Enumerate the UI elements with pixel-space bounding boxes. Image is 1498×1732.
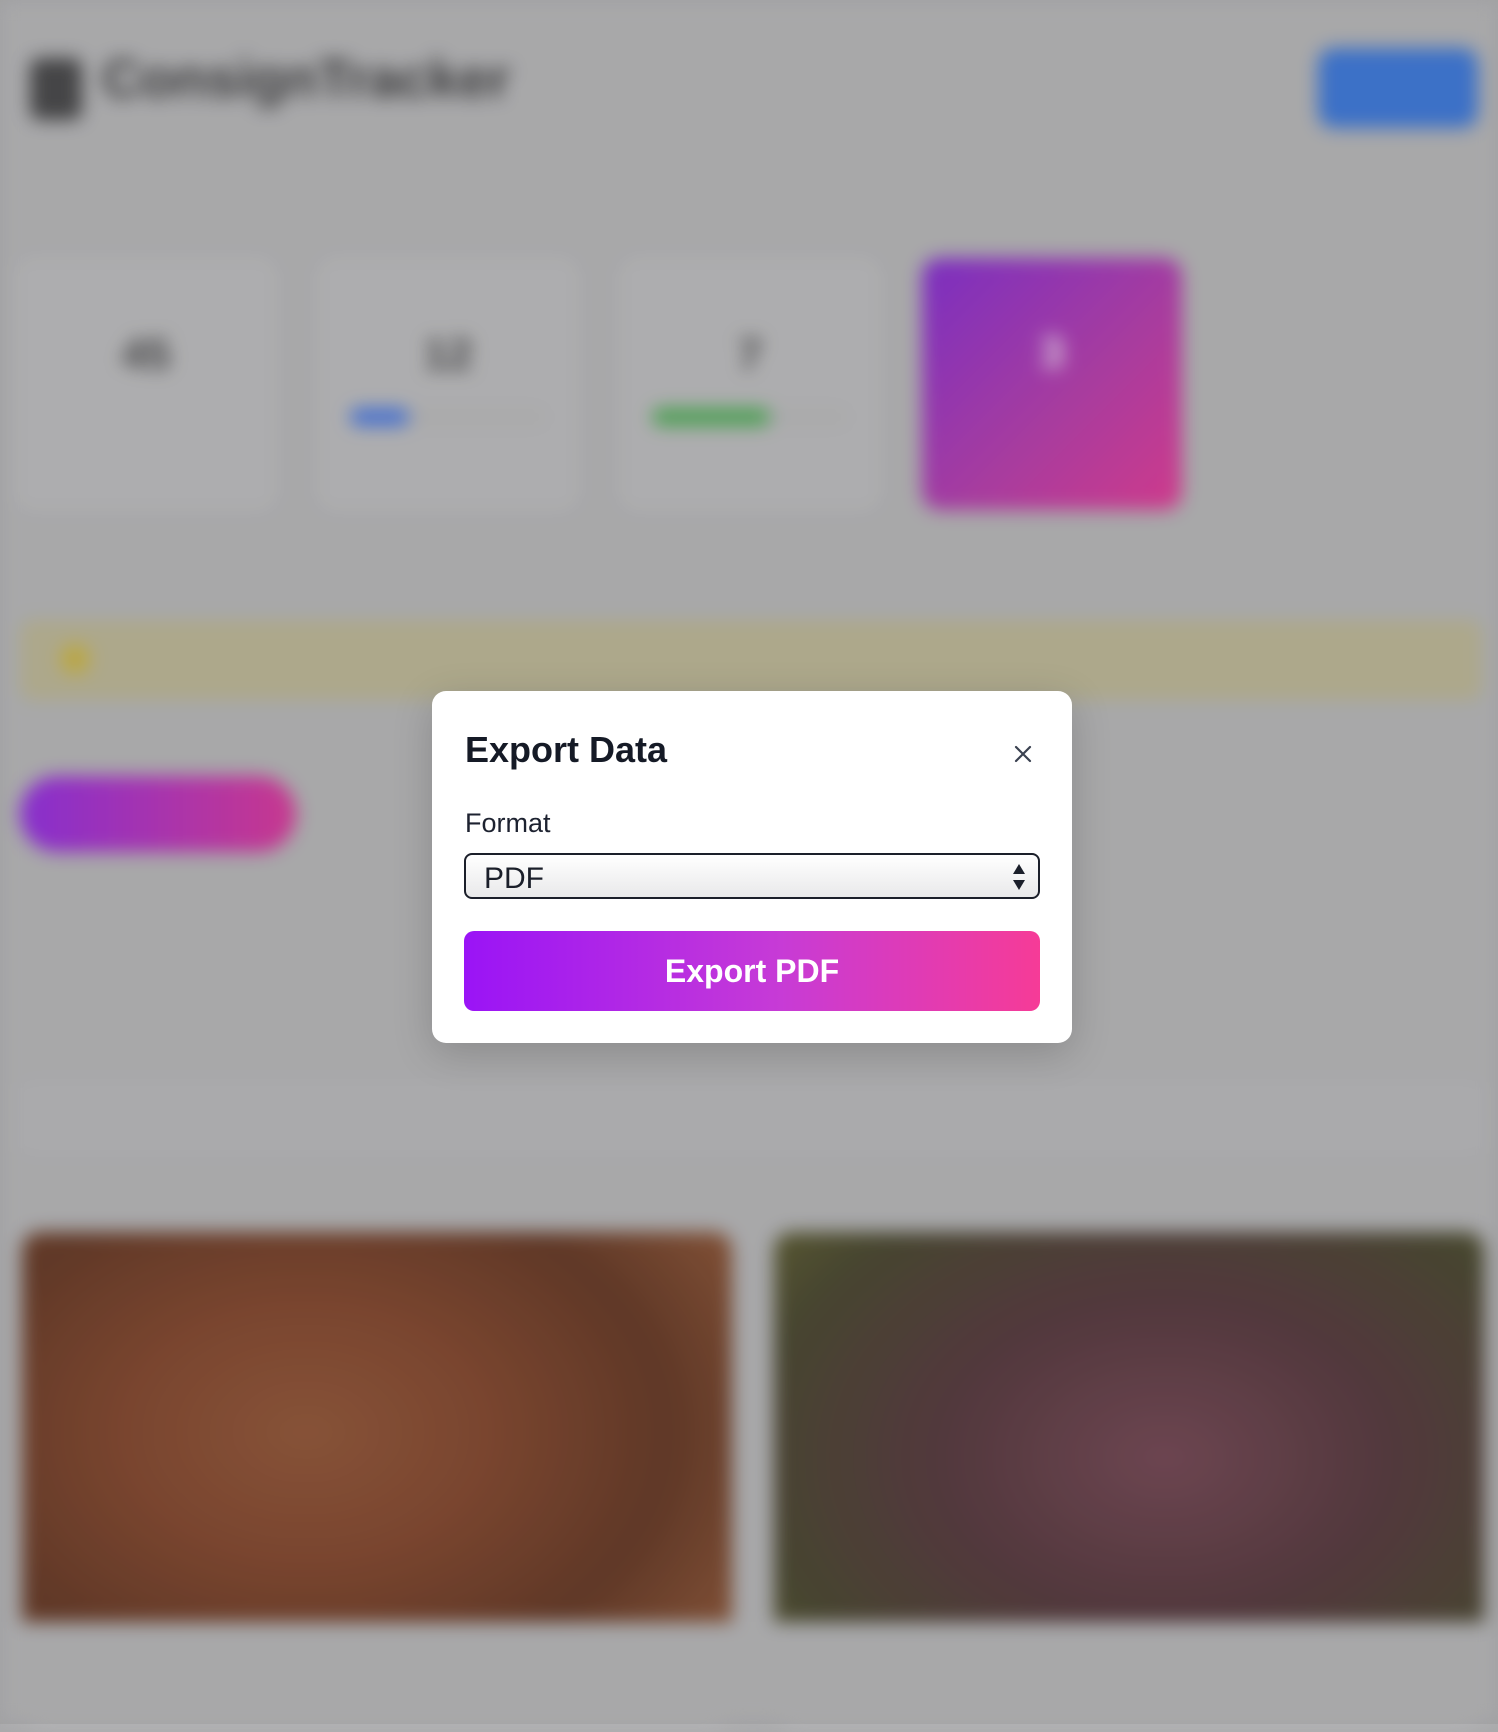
modal-title: Export Data — [465, 729, 668, 770]
select-arrows-icon — [1013, 864, 1025, 890]
format-select[interactable]: PDF — [464, 853, 1040, 899]
format-label: Format — [465, 808, 551, 838]
close-button[interactable] — [1006, 737, 1040, 771]
format-select-value: PDF — [484, 862, 544, 895]
export-pdf-button[interactable]: Export PDF — [464, 931, 1040, 1011]
export-modal: Export Data Format PDF Export PDF — [432, 691, 1072, 1043]
close-icon — [1014, 745, 1032, 763]
